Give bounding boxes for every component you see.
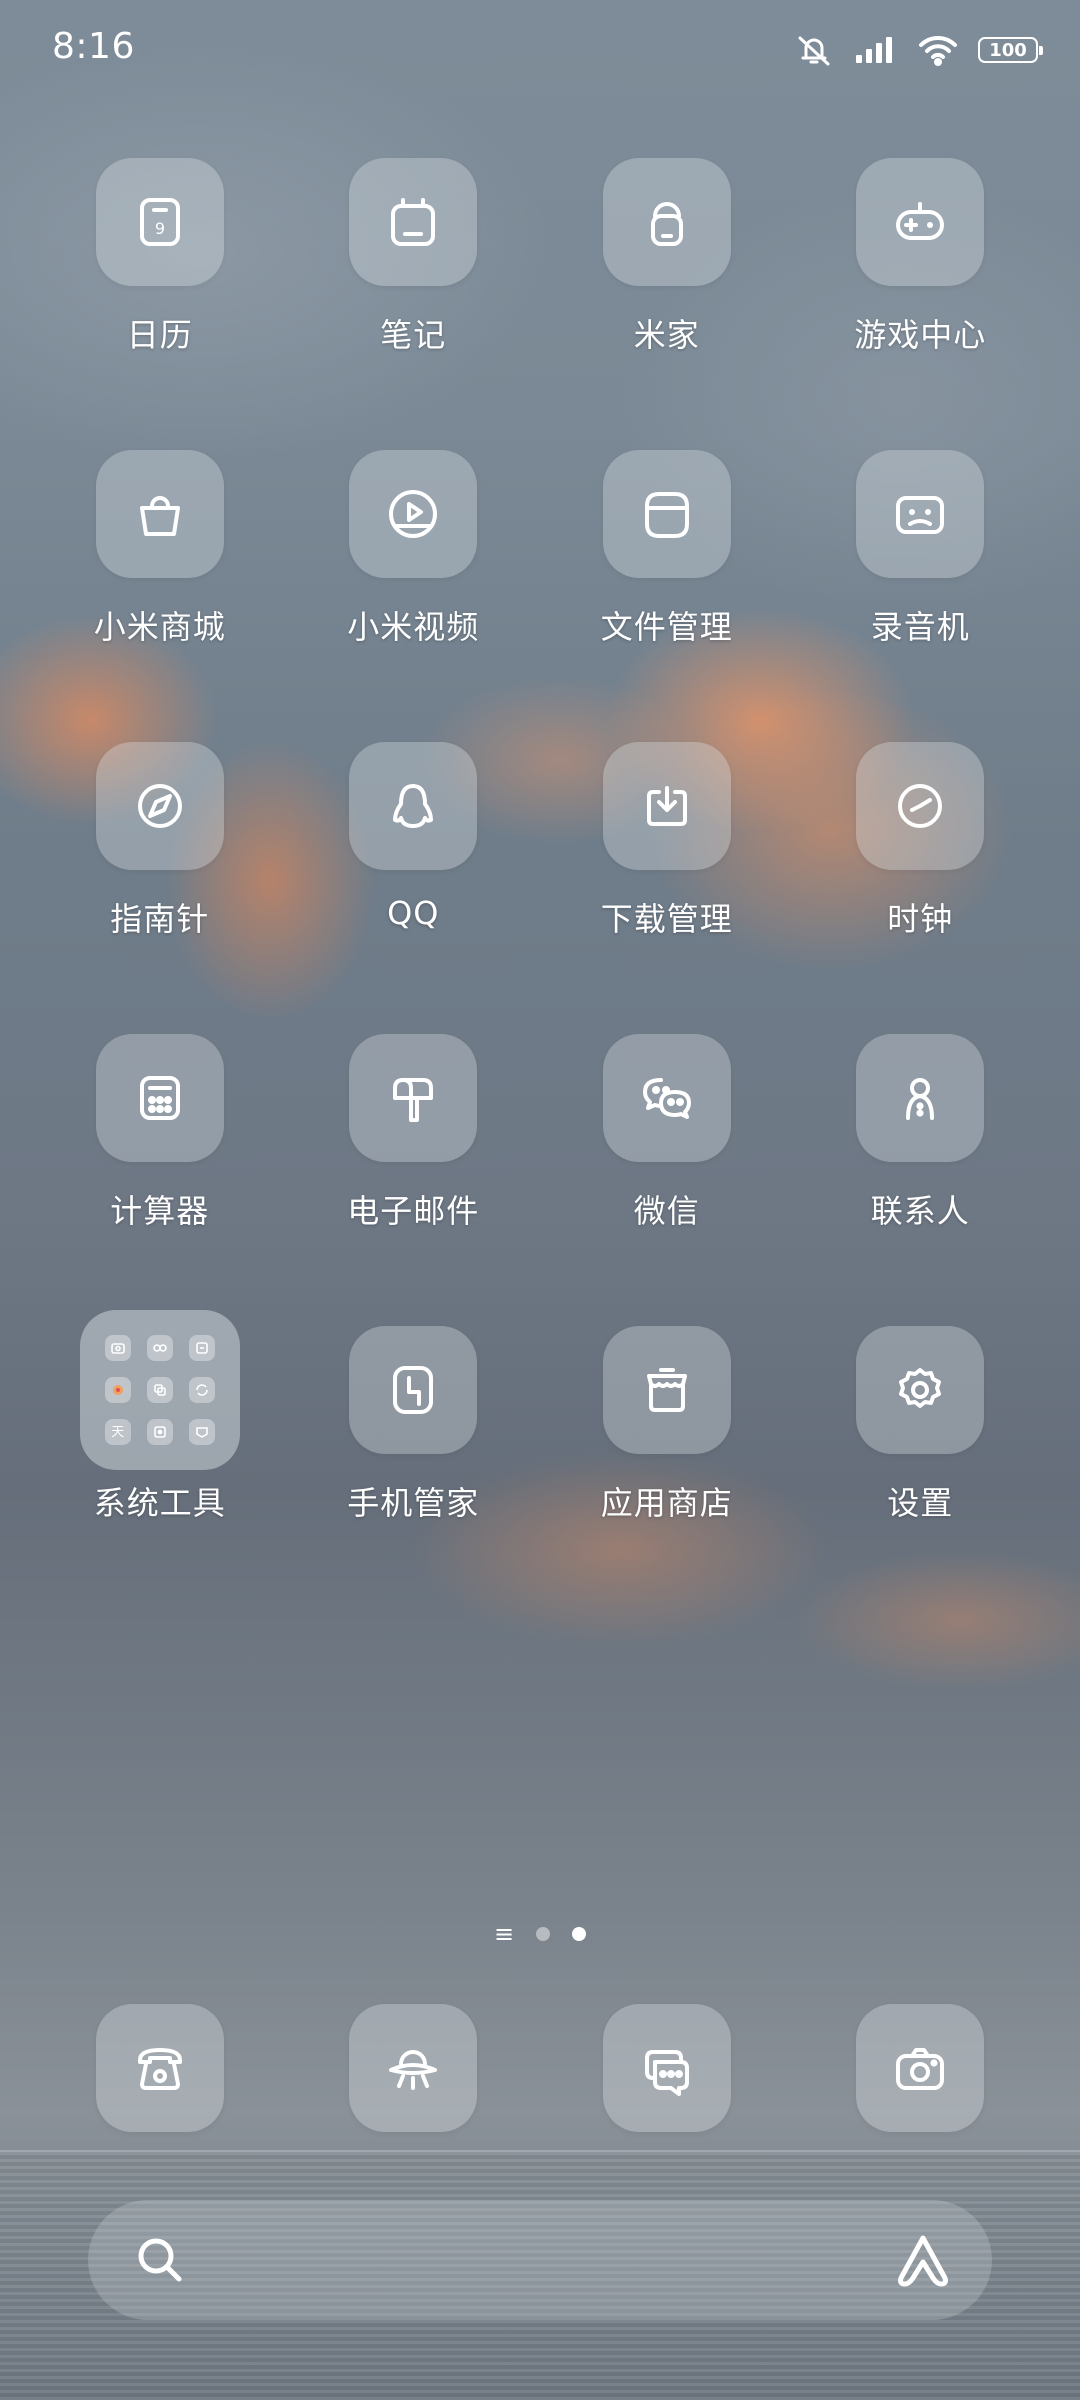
app-label: QQ xyxy=(387,894,440,932)
gear-icon xyxy=(856,1326,985,1454)
app-label: 米家 xyxy=(633,316,700,354)
app-mi-video[interactable]: 小米视频 xyxy=(287,450,541,742)
video-play-icon xyxy=(349,450,478,578)
recorder-icon xyxy=(856,450,985,578)
contacts-icon xyxy=(856,1034,985,1162)
file-manager-icon xyxy=(602,450,731,578)
app-label: 时钟 xyxy=(887,900,954,938)
app-label: 录音机 xyxy=(870,608,970,646)
phone-icon[interactable] xyxy=(95,2004,224,2132)
compass-icon xyxy=(95,742,224,870)
app-folder-system-tools[interactable]: 天 系统工具 xyxy=(33,1310,287,1618)
app-label: 指南针 xyxy=(110,900,210,938)
app-label: 设置 xyxy=(887,1484,954,1522)
calculator-icon xyxy=(95,1034,224,1162)
app-label: 游戏中心 xyxy=(854,316,987,354)
qq-penguin-icon xyxy=(349,742,478,870)
status-time: 8:16 xyxy=(52,26,135,67)
wechat-icon xyxy=(602,1034,731,1162)
assistant-icon[interactable] xyxy=(890,2230,956,2290)
app-contacts[interactable]: 联系人 xyxy=(794,1034,1048,1326)
box-mini-icon xyxy=(146,1419,173,1445)
camera-icon[interactable] xyxy=(856,2004,985,2132)
security-shield-icon xyxy=(349,1326,478,1454)
theme-mini-icon xyxy=(104,1377,131,1403)
app-label: 系统工具 xyxy=(93,1484,226,1522)
app-notes[interactable]: 笔记 xyxy=(287,158,541,450)
search-bar[interactable] xyxy=(88,2200,992,2320)
app-label: 应用商店 xyxy=(600,1484,733,1522)
app-label: 电子邮件 xyxy=(347,1192,480,1230)
app-settings[interactable]: 设置 xyxy=(794,1326,1048,1618)
app-label: 文件管理 xyxy=(600,608,733,646)
dock xyxy=(33,2004,1047,2132)
app-qq[interactable]: QQ xyxy=(287,742,541,1034)
app-label: 笔记 xyxy=(380,316,447,354)
signal-icon xyxy=(856,37,892,63)
refresh-mini-icon xyxy=(188,1377,215,1403)
app-security[interactable]: 手机管家 xyxy=(287,1326,541,1618)
battery-icon: 100 xyxy=(978,37,1043,63)
app-calendar[interactable]: 9 日历 xyxy=(33,158,287,450)
game-center-icon xyxy=(856,158,985,286)
weather-mini-text: 天 xyxy=(111,1424,125,1440)
folder-icon: 天 xyxy=(79,1310,240,1470)
weather-mini-icon: 天 xyxy=(104,1419,131,1445)
screen-mini-icon xyxy=(146,1377,173,1403)
browser-ufo-icon[interactable] xyxy=(349,2004,478,2132)
mute-icon xyxy=(798,36,830,66)
app-store-icon xyxy=(602,1326,731,1454)
app-label: 计算器 xyxy=(110,1192,210,1230)
clock-icon xyxy=(856,742,985,870)
app-app-store[interactable]: 应用商店 xyxy=(540,1326,794,1618)
svg-text:9: 9 xyxy=(155,219,165,238)
wifi-icon xyxy=(919,35,957,66)
messages-icon[interactable] xyxy=(602,2004,731,2132)
app-compass[interactable]: 指南针 xyxy=(33,742,287,1034)
feedback-mini-icon xyxy=(188,1419,215,1445)
app-recorder[interactable]: 录音机 xyxy=(794,450,1048,742)
app-label: 手机管家 xyxy=(347,1484,480,1522)
status-bar: 8:16 100 xyxy=(0,0,1080,100)
app-grid: 9 日历 笔记 米家 游戏中心 小米商城 小米视频 文件管理 录音机 指南针 Q… xyxy=(33,158,1047,1618)
app-calculator[interactable]: 计算器 xyxy=(33,1034,287,1326)
app-download-manager[interactable]: 下载管理 xyxy=(540,742,794,1034)
app-mi-home[interactable]: 米家 xyxy=(540,158,794,450)
app-label: 小米视频 xyxy=(347,608,480,646)
page-indicator[interactable]: ≡ xyxy=(0,1922,1080,1946)
page-dot-1[interactable] xyxy=(536,1927,551,1941)
calendar-icon: 9 xyxy=(95,158,224,286)
app-clock[interactable]: 时钟 xyxy=(794,742,1048,1034)
camera-mini-icon xyxy=(104,1335,131,1361)
app-label: 联系人 xyxy=(870,1192,970,1230)
app-list-indicator[interactable]: ≡ xyxy=(494,1922,514,1946)
app-wechat[interactable]: 微信 xyxy=(540,1034,794,1326)
app-email[interactable]: 电子邮件 xyxy=(287,1034,541,1326)
search-icon[interactable] xyxy=(130,2230,190,2290)
app-label: 小米商城 xyxy=(93,608,226,646)
battery-level: 100 xyxy=(989,39,1027,61)
app-label: 下载管理 xyxy=(600,900,733,938)
link-mini-icon xyxy=(146,1335,173,1361)
status-icons: 100 xyxy=(794,30,1043,70)
app-game-center[interactable]: 游戏中心 xyxy=(794,158,1048,450)
app-label: 日历 xyxy=(126,316,193,354)
app-mi-store[interactable]: 小米商城 xyxy=(33,450,287,742)
mi-home-icon xyxy=(602,158,731,286)
scanner-mini-icon xyxy=(188,1335,215,1361)
app-label: 微信 xyxy=(633,1192,700,1230)
notes-icon xyxy=(349,158,478,286)
shopping-bag-icon xyxy=(95,450,224,578)
app-file-manager[interactable]: 文件管理 xyxy=(540,450,794,742)
mailbox-icon xyxy=(349,1034,478,1162)
download-icon xyxy=(602,742,731,870)
page-dot-2-active[interactable] xyxy=(572,1927,587,1941)
